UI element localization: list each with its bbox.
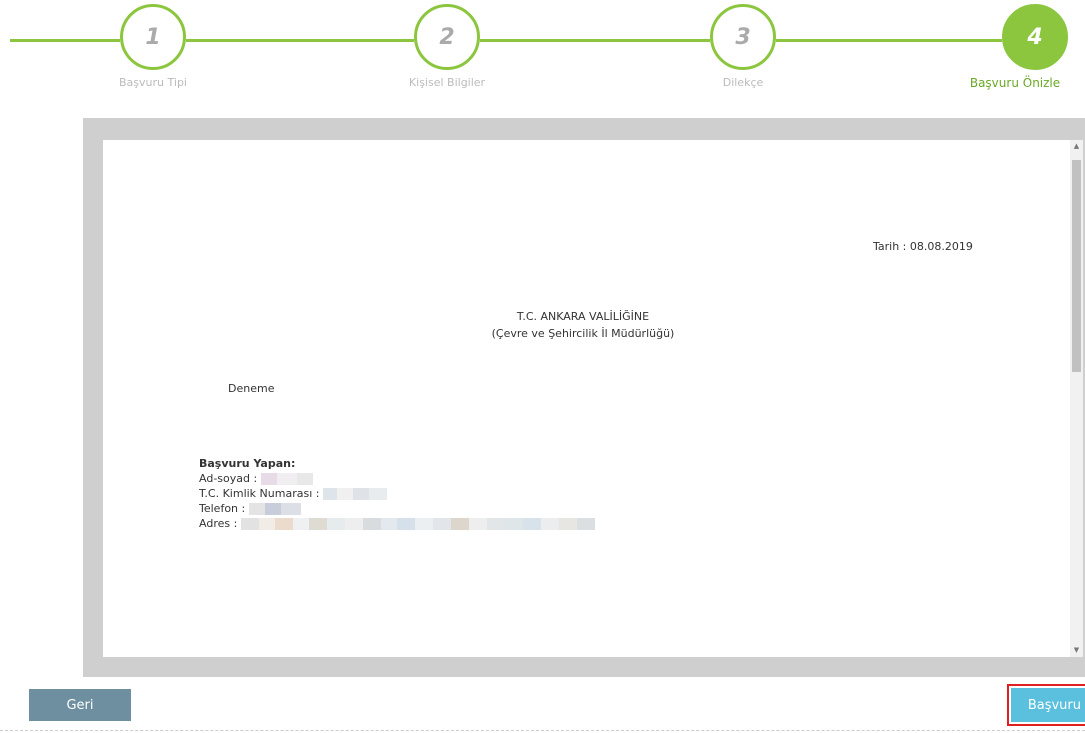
stepper-line [10, 39, 120, 42]
scroll-up-arrow-icon[interactable]: ▲ [1070, 140, 1083, 153]
stepper-line [480, 39, 710, 42]
address-label: Adres : [199, 517, 238, 530]
scroll-down-arrow-icon[interactable]: ▼ [1070, 644, 1083, 657]
document-date: Tarih : 08.08.2019 [873, 240, 973, 253]
applicant-info: Başvuru Yapan: Ad-soyad : T.C. Kimlik Nu… [199, 456, 596, 531]
back-button[interactable]: Geri [29, 689, 131, 721]
stepper-line [776, 39, 1002, 42]
redacted-tc-number [323, 487, 388, 500]
petition-body: Deneme [228, 382, 275, 395]
tc-label: T.C. Kimlik Numarası : [199, 487, 320, 500]
step-1-circle[interactable]: 1 [120, 4, 186, 70]
authority-line-1: T.C. ANKARA VALİLİĞİNE [516, 310, 650, 323]
step-4-label: Başvuru Önizle [969, 76, 1061, 90]
address-row: Adres : [199, 516, 596, 531]
tc-row: T.C. Kimlik Numarası : [199, 486, 595, 501]
step-1-label: Başvuru Tipi [119, 76, 187, 89]
submit-application-button[interactable]: Başvuru [1011, 688, 1085, 722]
step-2-label: Kişisel Bilgiler [408, 76, 486, 89]
redacted-name [261, 472, 314, 485]
applicant-heading: Başvuru Yapan: [199, 457, 296, 470]
name-label: Ad-soyad : [199, 472, 258, 485]
redacted-phone [249, 502, 302, 515]
step-3-label: Dilekçe [722, 76, 764, 89]
phone-row: Telefon : [199, 501, 595, 516]
step-2-circle[interactable]: 2 [414, 4, 480, 70]
step-3-circle[interactable]: 3 [710, 4, 776, 70]
name-row: Ad-soyad : [199, 471, 595, 486]
step-4-circle[interactable]: 4 [1002, 4, 1068, 70]
phone-label: Telefon : [199, 502, 246, 515]
petition-document: Tarih : 08.08.2019 T.C. ANKARA VALİLİĞİN… [103, 140, 1070, 657]
redacted-address [241, 517, 596, 530]
authority-heading: T.C. ANKARA VALİLİĞİNE (Çevre ve Şehirci… [433, 308, 733, 342]
progress-stepper: 1 2 3 4 Başvuru Tipi Kişisel Bilgiler Di… [0, 0, 1085, 100]
scroll-thumb[interactable] [1072, 160, 1081, 372]
authority-line-2: (Çevre ve Şehircilik İl Müdürlüğü) [491, 327, 675, 340]
document-scrollbar[interactable]: ▲ ▼ [1070, 140, 1083, 657]
footer-divider [0, 730, 1085, 731]
stepper-line [186, 39, 414, 42]
